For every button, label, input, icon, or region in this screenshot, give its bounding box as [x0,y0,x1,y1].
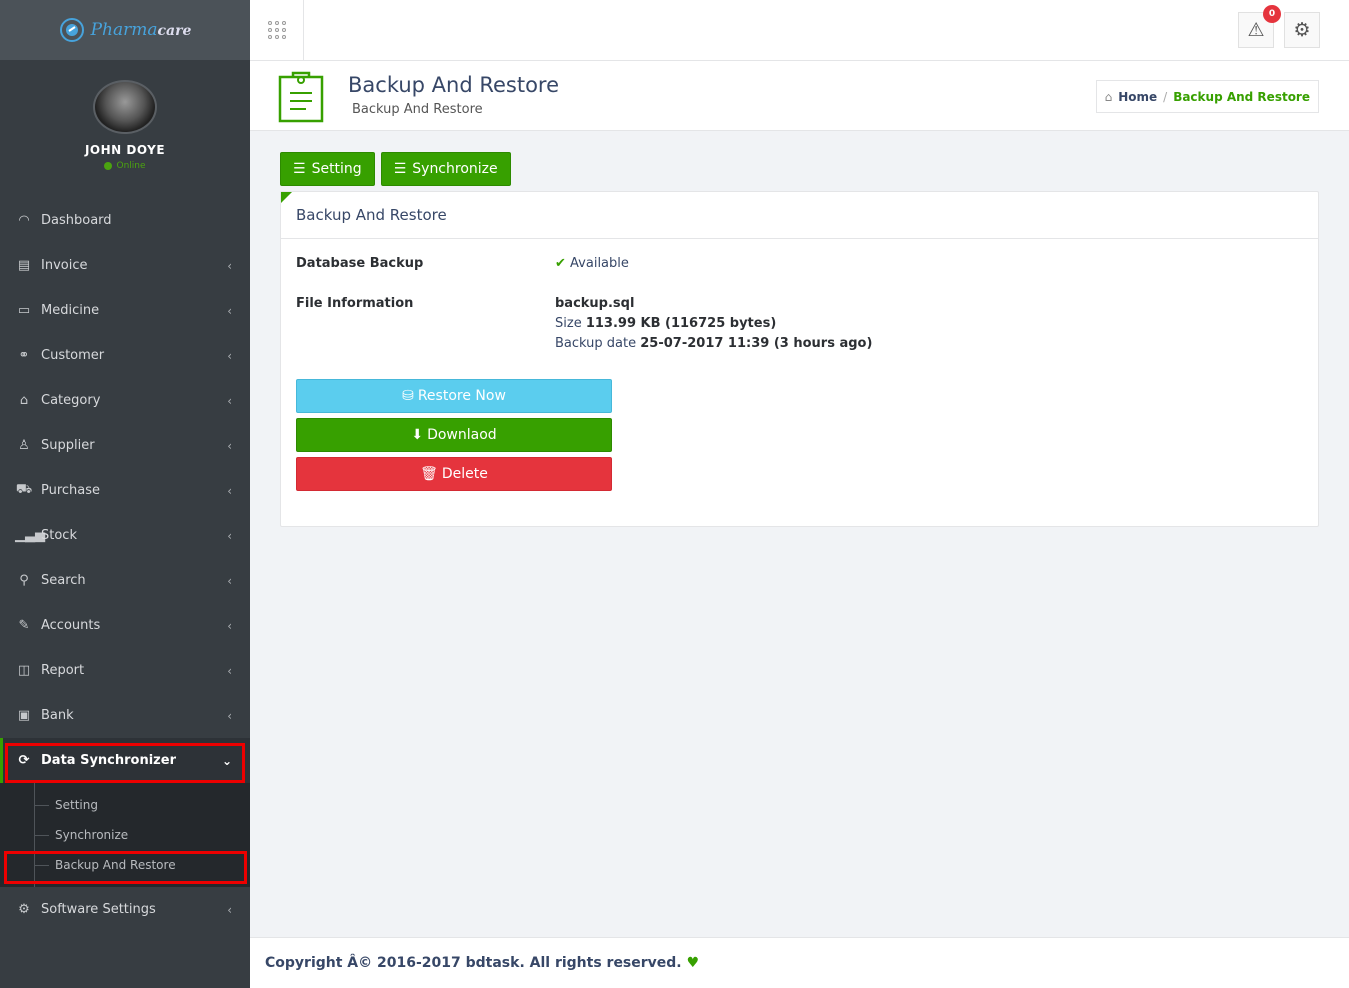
page-subtitle: Backup And Restore [352,102,483,117]
book-icon: ◫ [17,663,31,678]
sidebar-item-category[interactable]: ⌂ Category ‹ [0,378,250,423]
dashboard-icon: ◠ [18,213,30,228]
notification-badge: 0 [1263,5,1281,23]
chevron-left-icon: ‹ [227,618,232,633]
sidebar-item-supplier[interactable]: ♙ Supplier ‹ [0,423,250,468]
chevron-left-icon: ‹ [227,483,232,498]
sidebar-item-invoice[interactable]: ▤ Invoice ‹ [0,243,250,288]
sidebar-item-purchase[interactable]: ⛟ Purchase ‹ [0,468,250,513]
data-synchronizer-submenu: Setting Synchronize Backup And Restore [0,783,250,887]
logo-text: Pharmacare [90,20,192,40]
check-icon: ✔ [555,256,566,271]
user-icon: ♙ [18,438,30,453]
page-header: Backup And Restore Backup And Restore ⌂ … [250,61,1349,131]
sidebar-item-medicine[interactable]: ▭ Medicine ‹ [0,288,250,333]
heart-icon: ♥ [686,955,700,971]
breadcrumb-home[interactable]: Home [1118,90,1157,104]
submenu-item-setting[interactable]: Setting [0,790,250,820]
chevron-down-icon: ⌄ [221,753,232,768]
chevron-left-icon: ‹ [227,258,232,273]
bookmark-icon: ⌂ [19,393,29,408]
sidebar-item-dashboard[interactable]: ◠ Dashboard [0,198,250,243]
chevron-left-icon: ‹ [227,438,232,453]
warning-icon: ⚠ [1247,19,1265,41]
file-size: Size 113.99 KB (116725 bytes) [555,316,777,331]
chevron-left-icon: ‹ [227,393,232,408]
invoice-icon: ▤ [17,258,31,273]
sidebar-item-search[interactable]: ⚲ Search ‹ [0,558,250,603]
synchronize-button[interactable]: ☰ Synchronize [380,152,511,186]
chevron-left-icon: ‹ [227,902,232,917]
search-icon: ⚲ [19,573,29,588]
home-icon: ⌂ [1104,89,1113,104]
submenu-item-backup-and-restore[interactable]: Backup And Restore [0,850,250,880]
user-name: JOHN DOYE [84,143,166,157]
restore-now-button[interactable]: ⛁ Restore Now [296,379,612,413]
sidebar-menu: ◠ Dashboard ▤ Invoice ‹ ▭ Medicine ‹ ⚭ Custome… [0,198,250,783]
user-panel: JOHN DOYE Online [0,60,250,198]
list-icon: ☰ [393,161,407,177]
db-backup-status: ✔ Available [555,256,629,271]
footer: Copyright Â© 2016-2017 bdtask. All right… [250,937,1349,988]
chevron-left-icon: ‹ [227,573,232,588]
pharmacare-logo-icon [59,18,84,42]
sidebar: Pharmacare JOHN DOYE Online ◠ Dashboard ▤… [0,0,250,988]
sync-icon: ⟳ [18,753,30,768]
clipboard-icon [278,71,324,123]
bar-chart-icon: ▁▃▅ [15,528,45,543]
backup-panel: Backup And Restore Database Backup ✔ Ava… [280,191,1319,527]
chevron-left-icon: ‹ [227,303,232,318]
gear-icon: ⚙ [1293,19,1311,41]
menu-toggle[interactable] [250,0,304,60]
handshake-icon: ⚭ [18,348,30,363]
page-title: Backup And Restore [348,73,560,97]
sidebar-item-stock[interactable]: ▁▃▅ Stock ‹ [0,513,250,558]
tab-buttons: ☰ Setting ☰ Synchronize [280,152,511,186]
topbar: ⚠ 0 ⚙ [250,0,1349,61]
setting-button[interactable]: ☰ Setting [280,152,375,186]
online-dot-icon [104,162,113,170]
breadcrumb: ⌂ Home / Backup And Restore [1095,80,1319,113]
trash-icon: 🗑 [420,466,438,482]
file-name: backup.sql [555,296,635,311]
panel-corner-accent [281,192,292,203]
delete-button[interactable]: 🗑 Delete [296,457,612,491]
avatar [93,80,157,134]
gear-icon: ⚙ [18,902,30,917]
file-info-label: File Information [296,296,414,311]
panel-heading: Backup And Restore [281,192,1318,239]
chevron-left-icon: ‹ [227,708,232,723]
copyright-text: Copyright Â© 2016-2017 bdtask. All right… [265,955,682,971]
db-backup-label: Database Backup [296,256,424,271]
download-icon: ⬇ [411,427,424,443]
chevron-left-icon: ‹ [227,348,232,363]
sidebar-item-report[interactable]: ◫ Report ‹ [0,648,250,693]
sidebar-item-customer[interactable]: ⚭ Customer ‹ [0,333,250,378]
sidebar-item-bank[interactable]: ▣ Bank ‹ [0,693,250,738]
sidebar-item-accounts[interactable]: ✎ Accounts ‹ [0,603,250,648]
edit-icon: ✎ [18,618,30,633]
user-status: Online [104,161,146,171]
chevron-left-icon: ‹ [227,528,232,543]
medicine-icon: ▭ [17,303,31,318]
sidebar-item-software-settings[interactable]: ⚙ Software Settings ‹ [0,887,250,932]
settings-button[interactable]: ⚙ [1284,12,1320,48]
list-icon: ☰ [293,161,306,177]
grid-menu-icon [267,21,286,39]
logo[interactable]: Pharmacare [0,0,250,60]
notification-button[interactable]: ⚠ 0 [1238,5,1281,48]
breadcrumb-current: Backup And Restore [1173,89,1310,104]
cart-icon: ⛟ [15,482,33,497]
sidebar-item-data-synchronizer[interactable]: ⟳ Data Synchronizer ⌄ [0,738,250,783]
submenu-item-synchronize[interactable]: Synchronize [0,820,250,850]
chevron-left-icon: ‹ [227,663,232,678]
backup-date: Backup date 25-07-2017 11:39 (3 hours ag… [555,336,873,351]
database-icon: ⛁ [402,388,414,404]
download-button[interactable]: ⬇ Downlaod [296,418,612,452]
briefcase-icon: ▣ [17,708,31,723]
breadcrumb-separator: / [1163,89,1168,104]
